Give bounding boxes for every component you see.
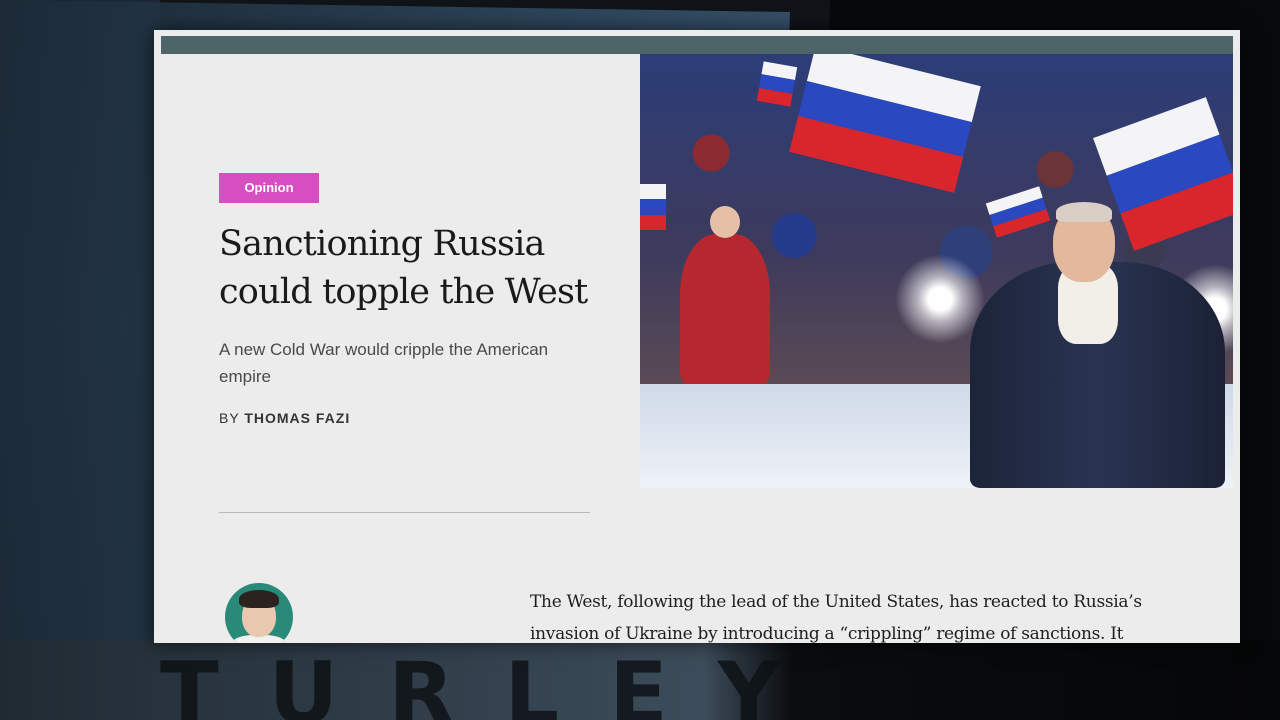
overlay-letter: Y bbox=[717, 644, 780, 720]
overlay-logo-text: T U R L E Y bbox=[160, 640, 780, 720]
overlay-letter: L bbox=[504, 644, 560, 720]
speaker-figure bbox=[970, 202, 1225, 488]
byline: BY THOMAS FAZI bbox=[219, 410, 350, 426]
spectator-red-coat bbox=[680, 206, 770, 384]
article-screenshot: Opinion Sanctioning Russia could topple … bbox=[154, 30, 1240, 643]
author-avatar[interactable] bbox=[225, 583, 293, 643]
overlay-letter: R bbox=[388, 644, 455, 720]
author-link[interactable]: THOMAS FAZI bbox=[244, 410, 350, 426]
article-dek: A new Cold War would cripple the America… bbox=[219, 340, 549, 386]
overlay-letter: E bbox=[609, 644, 668, 720]
site-header-bar bbox=[161, 36, 1233, 54]
category-badge[interactable]: Opinion bbox=[219, 173, 319, 203]
overlay-letter: U bbox=[268, 644, 339, 720]
russian-flag bbox=[640, 184, 666, 230]
article-headline: Sanctioning Russia could topple the West bbox=[219, 224, 588, 312]
byline-prefix: BY bbox=[219, 410, 240, 426]
article-header: Opinion Sanctioning Russia could topple … bbox=[154, 54, 640, 643]
article-body-paragraph: The West, following the lead of the Unit… bbox=[530, 592, 1142, 643]
overlay-letter: T bbox=[160, 644, 219, 720]
hero-image bbox=[640, 54, 1233, 488]
russian-flag bbox=[756, 61, 798, 107]
header-divider bbox=[219, 512, 590, 513]
